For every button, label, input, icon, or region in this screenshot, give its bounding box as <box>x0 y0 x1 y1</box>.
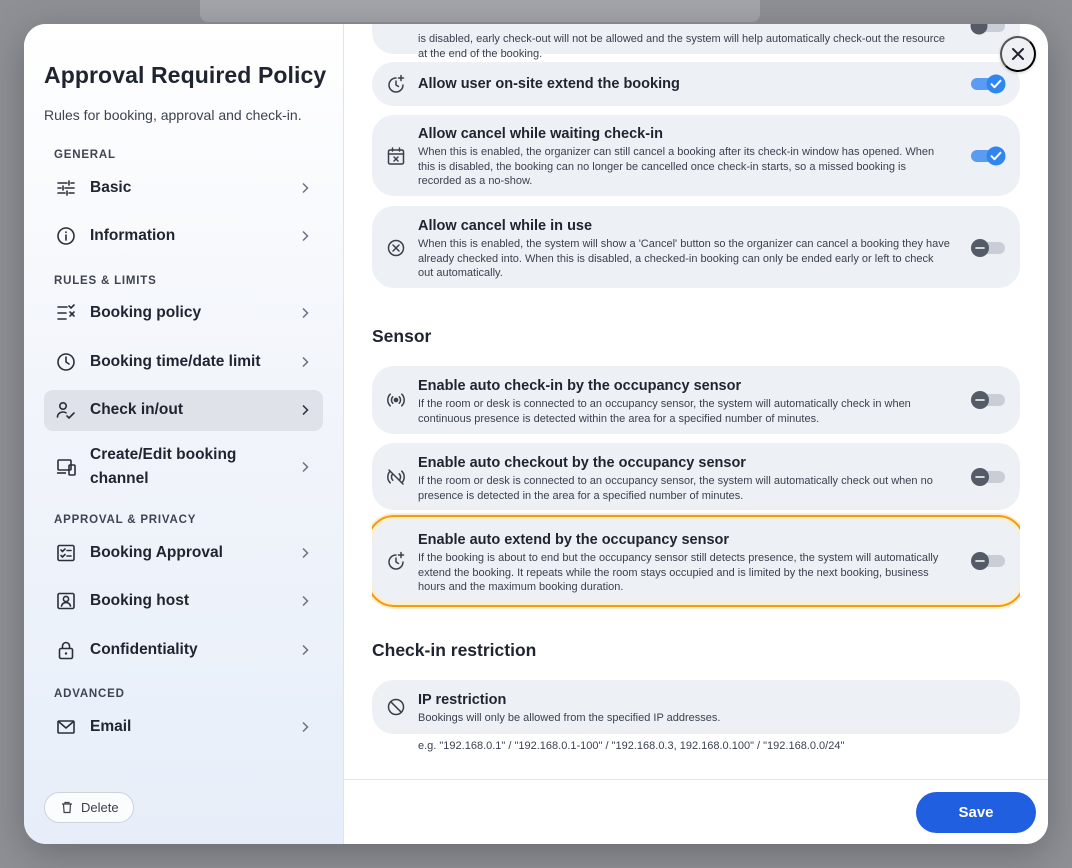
sensor-broadcast-icon <box>387 393 405 407</box>
clock-icon <box>54 350 78 374</box>
chevron-right-icon <box>302 230 309 242</box>
calendar-x-icon <box>387 147 405 165</box>
delete-label: Delete <box>81 800 119 815</box>
setting-card-partial: is disabled, early check-out will not be… <box>372 24 1020 60</box>
toggle-off[interactable] <box>970 467 1006 487</box>
section-heading-checkin-restriction: Check-in restriction <box>372 640 537 660</box>
close-button[interactable] <box>1000 36 1036 72</box>
ban-icon <box>387 698 405 716</box>
toggle-off[interactable] <box>970 390 1006 410</box>
sidebar-item-check-in-out[interactable]: Check in/out <box>44 389 323 431</box>
sidebar-item-create-edit-channel[interactable]: Create/Edit booking channel <box>44 438 323 496</box>
toggle-on[interactable] <box>970 146 1006 166</box>
setting-title: Enable auto extend by the occupancy sens… <box>418 532 730 548</box>
toggle[interactable] <box>970 24 1006 36</box>
setting-card-cancel-waiting: Allow cancel while waiting check-in When… <box>372 115 1020 196</box>
sidebar-item-booking-policy[interactable]: Booking policy <box>44 293 323 334</box>
user-check-icon <box>54 398 78 422</box>
sidebar: Approval Required Policy Rules for booki… <box>24 24 344 844</box>
sidebar-item-label: Check in/out <box>90 401 184 418</box>
setting-description: When this is enabled, the organizer can … <box>418 146 935 187</box>
sidebar-item-label: Confidentiality <box>90 640 198 658</box>
clock-plus-icon <box>388 74 405 93</box>
chevron-right-icon <box>302 721 309 732</box>
setting-title: Allow cancel while in use <box>418 218 593 234</box>
modal-subtitle: Rules for booking, approval and check-in… <box>44 107 302 123</box>
setting-title: Allow user on-site extend the booking <box>418 76 680 92</box>
section-approval: APPROVAL & PRIVACY <box>54 514 197 526</box>
sidebar-item-label: Booking time/date limit <box>90 352 261 370</box>
sensor-off-icon <box>387 469 405 485</box>
chevron-right-icon <box>302 356 309 367</box>
setting-title: Allow cancel while waiting check-in <box>418 126 663 142</box>
trash-icon <box>62 801 72 814</box>
setting-card-cancel-in-use: Allow cancel while in use When this is e… <box>372 206 1020 288</box>
setting-card-auto-checkout: Enable auto checkout by the occupancy se… <box>372 443 1020 510</box>
section-heading-sensor: Sensor <box>372 326 432 346</box>
chevron-right-icon <box>302 547 309 558</box>
setting-description: If the room or desk is connected to an o… <box>418 398 911 425</box>
devices-icon <box>54 455 78 479</box>
sidebar-item-label: Booking Approval <box>90 543 223 561</box>
host-badge-icon <box>54 589 78 613</box>
setting-description: When this is enabled, the system will sh… <box>418 238 950 279</box>
sidebar-item-label: Create/Edit booking channel <box>90 446 237 487</box>
setting-description: If the room or desk is connected to an o… <box>418 475 933 502</box>
setting-description: Bookings will only be allowed from the s… <box>418 712 721 724</box>
chevron-right-icon <box>302 461 309 473</box>
setting-card-ip-restriction[interactable]: IP restriction Bookings will only be all… <box>372 680 1020 734</box>
sliders-icon <box>54 176 78 200</box>
sidebar-item-information[interactable]: Information <box>44 216 323 257</box>
clock-plus-icon <box>388 551 405 570</box>
chevron-right-icon <box>302 595 309 607</box>
checklist-icon <box>54 301 78 325</box>
setting-title: IP restriction <box>418 692 507 708</box>
settings-panel: is disabled, early check-out will not be… <box>344 24 1048 844</box>
setting-description: If the booking is about to end but the o… <box>418 552 939 593</box>
toggle-off[interactable] <box>970 238 1006 258</box>
section-advanced: ADVANCED <box>54 688 125 700</box>
approval-checklist-icon <box>54 541 78 565</box>
sidebar-item-label: Booking policy <box>90 304 202 321</box>
setting-card-auto-extend: Enable auto extend by the occupancy sens… <box>372 515 1020 607</box>
section-rules: RULES & LIMITS <box>54 274 157 287</box>
setting-title: Enable auto check-in by the occupancy se… <box>418 378 742 394</box>
setting-card-extend-onsite: Allow user on-site extend the booking <box>372 62 1020 106</box>
chevron-right-icon <box>302 644 309 655</box>
modal-title: Approval Required Policy <box>44 62 327 88</box>
chevron-right-icon <box>302 404 309 416</box>
sidebar-item-confidentiality[interactable]: Confidentiality <box>44 629 323 670</box>
ip-format-hint: e.g. "192.168.0.1" / "192.168.0.1-100" /… <box>418 740 845 752</box>
lock-icon <box>54 638 78 662</box>
info-icon <box>54 224 78 248</box>
setting-description: is disabled, early check-out will not be… <box>418 33 946 60</box>
sidebar-item-label: Email <box>90 717 132 735</box>
sidebar-item-email[interactable]: Email <box>44 706 323 747</box>
delete-button[interactable]: Delete <box>44 792 134 823</box>
setting-card-auto-checkin: Enable auto check-in by the occupancy se… <box>372 366 1020 434</box>
save-button[interactable]: Save <box>916 792 1036 833</box>
chevron-right-icon <box>302 307 309 319</box>
sidebar-item-label: Basic <box>90 178 132 196</box>
modal-footer: Save <box>344 779 1048 844</box>
mail-icon <box>54 715 78 739</box>
scroll-area[interactable]: is disabled, early check-out will not be… <box>372 24 1020 779</box>
sidebar-item-booking-approval[interactable]: Booking Approval <box>44 532 323 573</box>
policy-modal: Approval Required Policy Rules for booki… <box>24 24 1048 844</box>
sidebar-item-label: Information <box>90 227 176 244</box>
sidebar-item-booking-host[interactable]: Booking host <box>44 581 323 622</box>
toggle-on[interactable] <box>970 74 1006 94</box>
toggle-off[interactable] <box>970 551 1006 571</box>
close-icon <box>1012 48 1024 60</box>
sidebar-item-time-limit[interactable]: Booking time/date limit <box>44 341 323 382</box>
chevron-right-icon <box>302 182 309 193</box>
sidebar-item-basic[interactable]: Basic <box>44 167 323 208</box>
backdrop-search-bar <box>200 0 760 22</box>
sidebar-item-label: Booking host <box>90 592 190 609</box>
circle-x-icon <box>387 239 405 257</box>
section-general: GENERAL <box>54 149 116 161</box>
setting-title: Enable auto checkout by the occupancy se… <box>418 455 746 471</box>
